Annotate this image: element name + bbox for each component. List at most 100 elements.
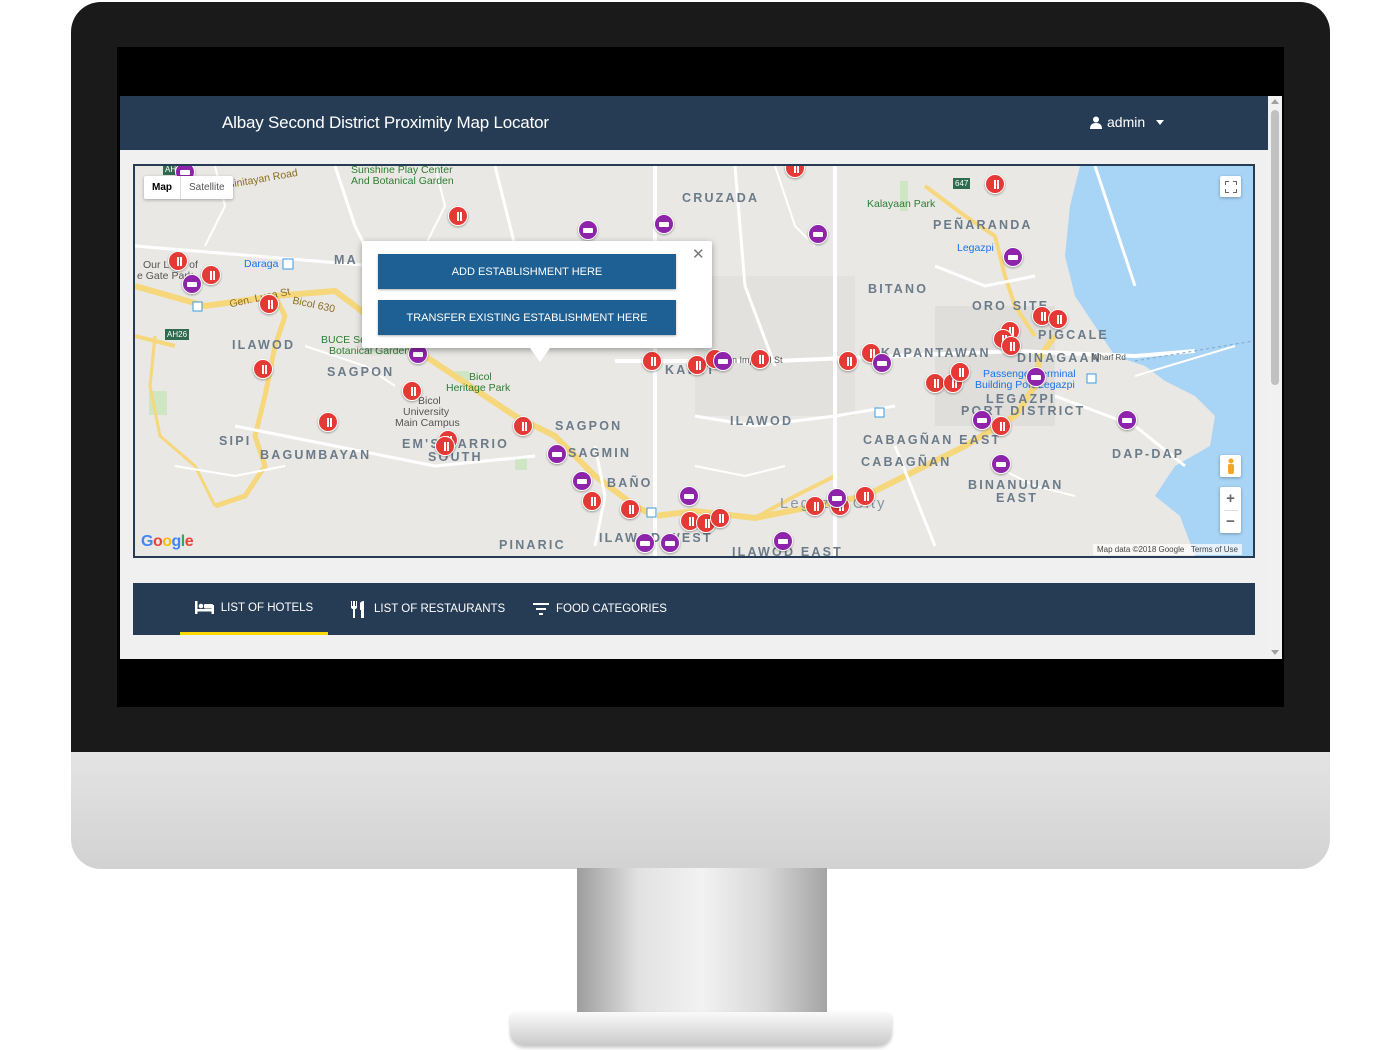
place-label-bano: BAÑO — [607, 476, 653, 490]
hotel-marker[interactable] — [679, 486, 699, 506]
tab-list-of-hotels[interactable]: LIST OF HOTELS — [180, 583, 328, 635]
restaurant-marker[interactable] — [642, 351, 662, 371]
hotel-marker[interactable] — [827, 488, 847, 508]
scroll-up-icon[interactable] — [1271, 99, 1279, 104]
restaurant-marker[interactable] — [318, 412, 338, 432]
restaurant-marker[interactable] — [838, 351, 858, 371]
restaurant-marker[interactable] — [750, 349, 770, 369]
google-logo: Google — [141, 533, 194, 550]
caret-down-icon — [1156, 119, 1165, 125]
restaurant-marker[interactable] — [168, 251, 188, 271]
restaurant-marker[interactable] — [950, 362, 970, 382]
browser-viewport: Albay Second District Proximity Map Loca… — [120, 96, 1282, 659]
hotel-marker[interactable] — [1026, 367, 1046, 387]
hotel-marker[interactable] — [808, 224, 828, 244]
place-label-cruzada: CRUZADA — [682, 191, 760, 205]
place-label-sipi: SIPI — [219, 434, 252, 448]
restaurant-marker[interactable] — [1001, 336, 1021, 356]
hotel-marker[interactable] — [547, 444, 567, 464]
app-title[interactable]: Albay Second District Proximity Map Loca… — [222, 113, 549, 133]
place-label-binanuuan: BINANUUAN — [968, 478, 1064, 492]
zoom-in-icon[interactable]: + — [1226, 488, 1235, 510]
top-navbar: Albay Second District Proximity Map Loca… — [120, 96, 1268, 150]
restaurant-marker[interactable] — [582, 491, 602, 511]
map-type-map-button[interactable]: Map — [144, 176, 181, 199]
monitor-chin — [71, 752, 1330, 869]
place-label-sagpon-mid: SAGPON — [555, 419, 623, 433]
restaurant-marker[interactable] — [1048, 309, 1068, 329]
hotel-marker[interactable] — [1117, 410, 1137, 430]
scrollbar-thumb[interactable] — [1271, 110, 1279, 385]
monitor-stand — [577, 868, 827, 1018]
tab-list-of-restaurants[interactable]: LIST OF RESTAURANTS — [350, 583, 505, 635]
restaurant-marker[interactable] — [805, 496, 825, 516]
place-label-cabagnan: CABAGÑAN — [861, 455, 952, 469]
user-menu[interactable]: admin — [1090, 114, 1165, 130]
zoom-out-icon[interactable]: − — [1226, 511, 1235, 533]
restaurant-marker[interactable] — [991, 416, 1011, 436]
pegman-icon — [1227, 458, 1234, 474]
map-info-popup: ✕ ADD ESTABLISHMENT HERE TRANSFER EXISTI… — [362, 241, 712, 362]
restaurant-marker[interactable] — [402, 381, 422, 401]
map-canvas[interactable]: CRUZADA PEÑARANDA BITANO ORO SITE PIGCAL… — [133, 164, 1255, 558]
restaurant-marker[interactable] — [620, 499, 640, 519]
place-label-heritage-park: Heritage Park — [446, 382, 511, 394]
fork-knife-icon — [351, 600, 364, 618]
hotel-marker[interactable] — [872, 353, 892, 373]
restaurant-marker[interactable] — [448, 206, 468, 226]
hotel-marker[interactable] — [654, 214, 674, 234]
tab-label-restaurants: LIST OF RESTAURANTS — [374, 603, 506, 615]
street-view-pegman[interactable] — [1220, 455, 1241, 477]
hotel-marker[interactable] — [635, 533, 655, 553]
add-establishment-button[interactable]: ADD ESTABLISHMENT HERE — [378, 254, 676, 289]
restaurant-marker[interactable] — [253, 359, 273, 379]
hotel-marker[interactable] — [713, 351, 733, 371]
restaurant-marker[interactable] — [687, 355, 707, 375]
hotel-marker[interactable] — [182, 274, 202, 294]
transfer-establishment-button[interactable]: TRANSFER EXISTING ESTABLISHMENT HERE — [378, 300, 676, 335]
fullscreen-icon — [1224, 180, 1237, 193]
map-data-credit: Map data ©2018 Google — [1097, 545, 1185, 554]
restaurant-marker[interactable] — [925, 373, 945, 393]
restaurant-marker[interactable] — [259, 294, 279, 314]
hotel-marker[interactable] — [972, 410, 992, 430]
place-label-pigcale: PIGCALE — [1038, 328, 1109, 342]
road-shield-ah26: AH26 — [165, 329, 190, 340]
place-label-kalayaan-park: Kalayaan Park — [867, 198, 936, 210]
restaurant-marker[interactable] — [513, 416, 533, 436]
hotel-marker[interactable] — [991, 454, 1011, 474]
hotel-marker[interactable] — [1003, 247, 1023, 267]
restaurant-marker[interactable] — [201, 265, 221, 285]
place-label-penaranda: PEÑARANDA — [933, 218, 1033, 232]
place-label-cabagnan-east: CABAGÑAN EAST — [863, 433, 1002, 447]
place-label-ma: MA — [334, 253, 358, 267]
username: admin — [1107, 114, 1146, 130]
place-label-building-port: Building Port-Legazpi — [975, 379, 1075, 391]
fullscreen-button[interactable] — [1220, 176, 1241, 197]
place-label-sagpon-left: SAGPON — [327, 365, 395, 379]
filter-icon — [533, 603, 549, 615]
scroll-down-icon[interactable] — [1271, 650, 1279, 655]
place-label-east: EAST — [996, 491, 1039, 505]
place-label-sagmin: SAGMIN — [568, 446, 632, 460]
tab-label-food-categories: FOOD CATEGORIES — [556, 603, 667, 615]
tab-bar: LIST OF HOTELS LIST OF RESTAURANTS FOOD … — [133, 583, 1255, 635]
user-icon — [1090, 116, 1102, 129]
hotel-marker[interactable] — [773, 531, 793, 551]
hotel-marker[interactable] — [578, 220, 598, 240]
restaurant-marker[interactable] — [985, 174, 1005, 194]
restaurant-marker[interactable] — [435, 436, 455, 456]
terms-of-use-link[interactable]: Terms of Use — [1191, 545, 1238, 554]
hotel-marker[interactable] — [660, 533, 680, 553]
restaurant-marker[interactable] — [855, 486, 875, 506]
place-label-daraga: Daraga — [244, 258, 279, 270]
place-label-ilawod-left: ILAWOD — [232, 338, 296, 352]
hotel-marker[interactable] — [572, 471, 592, 491]
tab-food-categories[interactable]: FOOD CATEGORIES — [533, 583, 667, 635]
zoom-control: + − — [1220, 487, 1241, 533]
close-icon[interactable]: ✕ — [692, 245, 705, 263]
restaurant-marker[interactable] — [710, 508, 730, 528]
place-label-dinagaan: DINAGAAN — [1017, 351, 1102, 365]
map-type-satellite-button[interactable]: Satellite — [181, 176, 233, 199]
page-scrollbar[interactable] — [1268, 96, 1282, 659]
